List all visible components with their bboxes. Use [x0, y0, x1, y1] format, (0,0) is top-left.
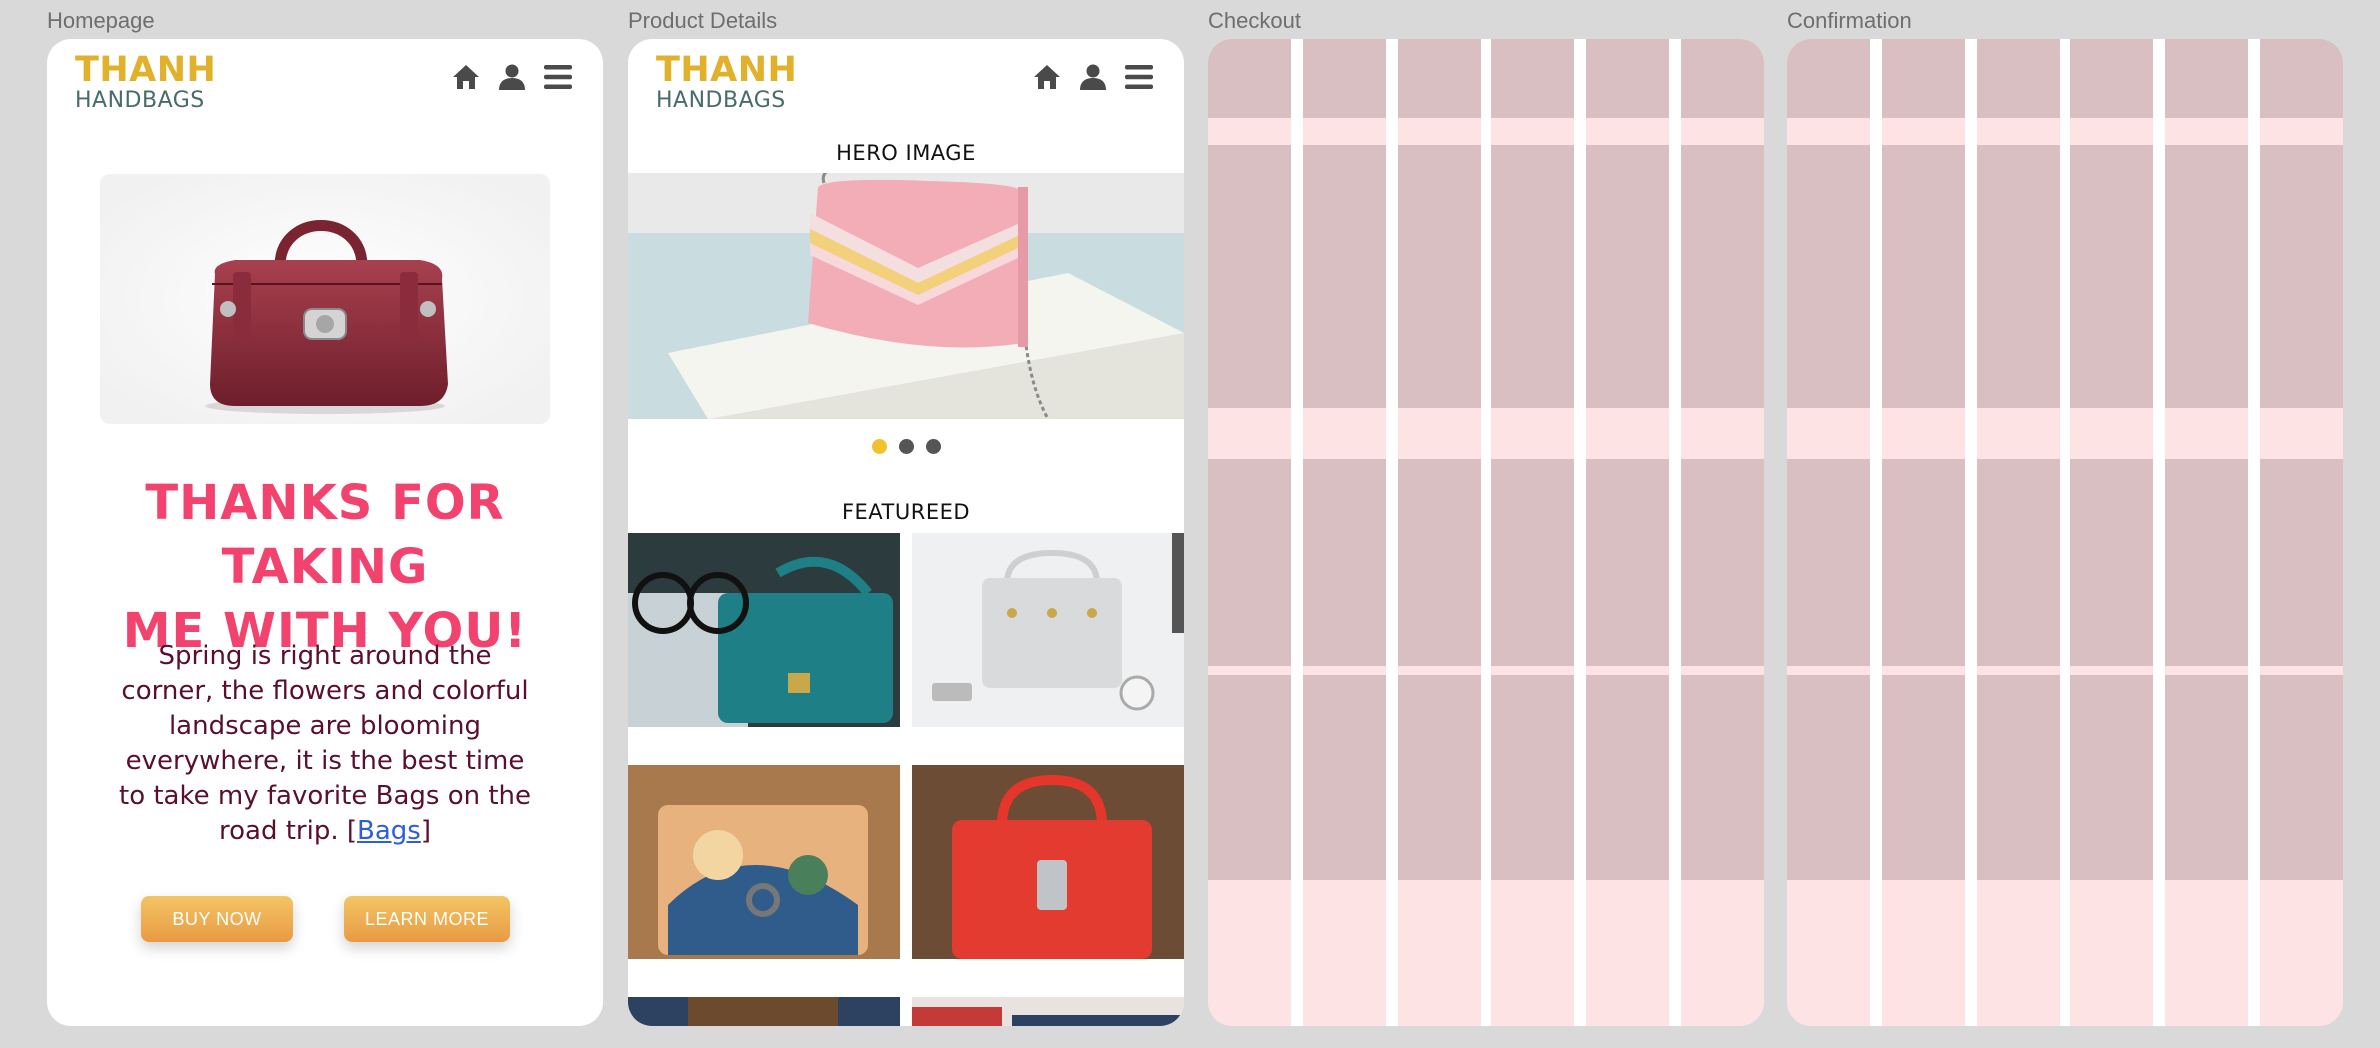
header-icons — [1032, 63, 1154, 95]
home-icon[interactable] — [451, 63, 481, 95]
carousel-dot-2[interactable] — [898, 439, 914, 454]
frame-label-checkout: Checkout — [1208, 8, 1301, 33]
featured-floral-bag[interactable] — [628, 765, 900, 959]
hero-image-label: HERO IMAGE — [836, 141, 976, 165]
user-icon[interactable] — [497, 63, 527, 95]
body-paragraph-end: ] — [420, 816, 431, 846]
thanks-headline-line1: THANKS FOR TAKING — [145, 475, 505, 595]
learn-more-button[interactable]: LEARN MORE — [344, 896, 510, 942]
logo-name-top: THANH — [656, 50, 798, 90]
logo-name-bottom: HANDBAGS — [656, 88, 786, 113]
featured-lv-bag[interactable] — [628, 997, 900, 1026]
carousel-dot-3[interactable] — [925, 439, 941, 454]
featured-label: FEATUREED — [841, 500, 971, 524]
menu-icon[interactable] — [1124, 63, 1154, 95]
header-icons — [451, 63, 573, 95]
checkout-frame — [1208, 39, 1764, 1026]
user-icon[interactable] — [1078, 63, 1108, 95]
confirmation-frame — [1787, 39, 2343, 1026]
homepage-body-text: Spring is right around the corner, the f… — [119, 639, 531, 849]
confirmation-layout-grid — [1787, 39, 2343, 1026]
body-paragraph: Spring is right around the corner, the f… — [119, 641, 532, 846]
product-details-frame: THANH HANDBAGS HERO IMAGE FEATUREED — [628, 39, 1184, 1026]
carousel-dots — [628, 439, 1184, 454]
featured-grey-bag[interactable] — [912, 533, 1184, 727]
buy-now-button[interactable]: BUY NOW — [141, 896, 293, 942]
logo-name-top: THANH — [75, 50, 217, 90]
logo-name-bottom: HANDBAGS — [75, 88, 205, 113]
brand-logo[interactable]: THANH HANDBAGS — [75, 53, 216, 112]
homepage-frame: THANH HANDBAGS THANKS FOR TAKING ME WITH… — [47, 39, 603, 1026]
featured-teal-bag[interactable] — [628, 533, 900, 727]
menu-icon[interactable] — [543, 63, 573, 95]
brand-logo[interactable]: THANH HANDBAGS — [656, 53, 797, 112]
thanks-headline: THANKS FOR TAKING ME WITH YOU! — [47, 471, 603, 663]
hero-image[interactable] — [628, 173, 1184, 419]
frame-label-confirmation: Confirmation — [1787, 8, 1912, 33]
home-icon[interactable] — [1032, 63, 1062, 95]
hero-bag-image — [100, 174, 550, 424]
bags-link[interactable]: Bags — [357, 816, 421, 846]
checkout-layout-grid — [1208, 39, 1764, 1026]
carousel-dot-1[interactable] — [871, 439, 887, 454]
featured-red-bag[interactable] — [912, 765, 1184, 959]
featured-blue-bag[interactable] — [912, 997, 1184, 1026]
frame-label-homepage: Homepage — [47, 8, 155, 33]
frame-label-product-details: Product Details — [628, 8, 778, 33]
